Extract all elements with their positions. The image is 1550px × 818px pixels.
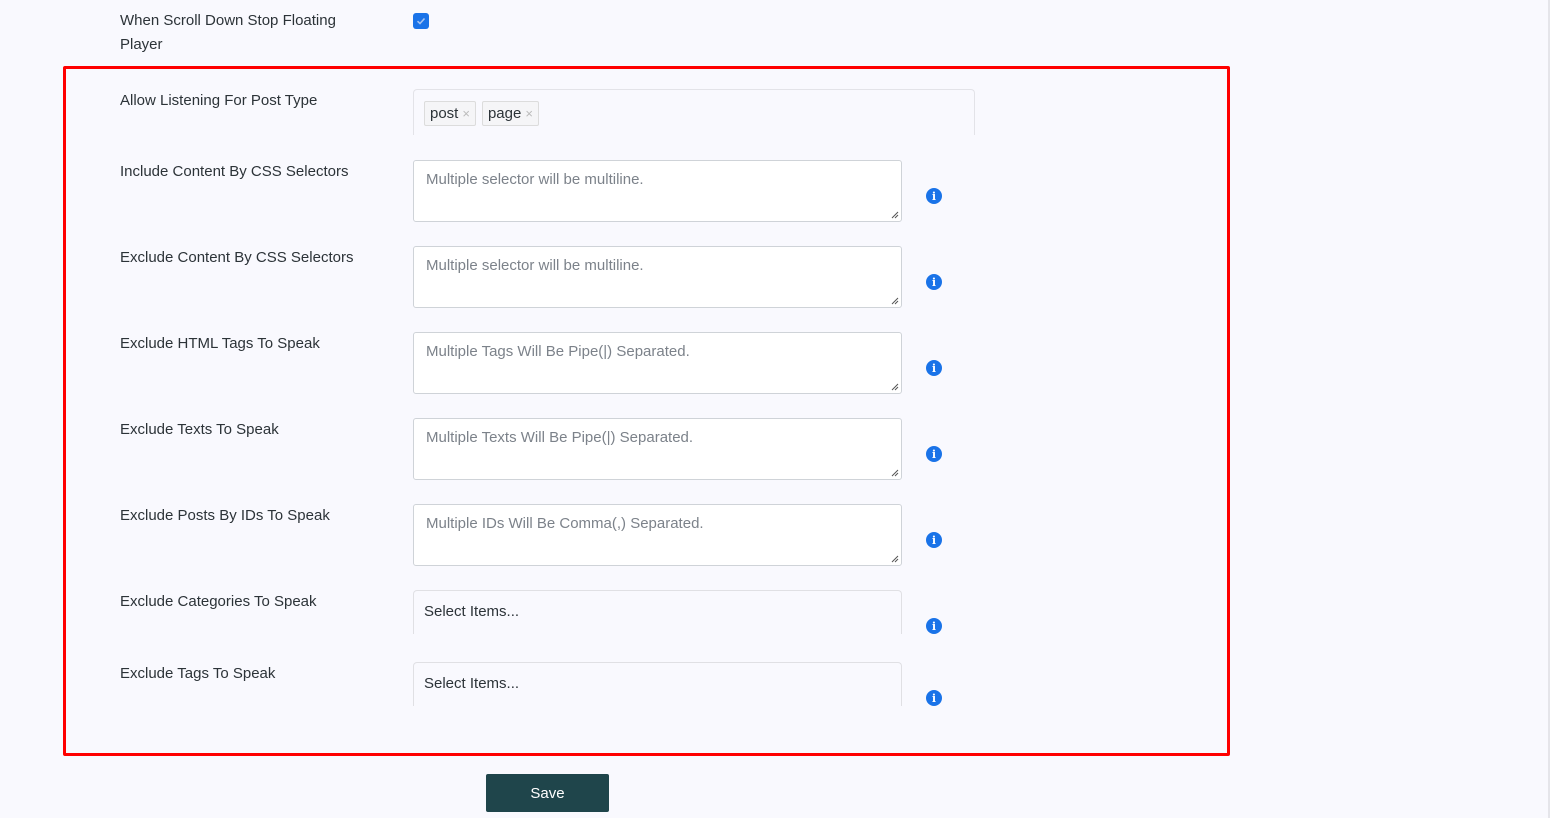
exclude-html-tags-label: Exclude HTML Tags To Speak (120, 335, 320, 352)
info-icon[interactable]: i (926, 188, 942, 204)
placeholder: Multiple Tags Will Be Pipe(|) Separated. (426, 343, 690, 360)
select-placeholder: Select Items... (424, 675, 520, 692)
exclude-tags-label: Exclude Tags To Speak (120, 665, 276, 682)
remove-tag-icon[interactable]: × (462, 102, 470, 126)
exclude-categories-select[interactable]: Select Items... (413, 590, 902, 634)
remove-tag-icon[interactable]: × (525, 102, 533, 126)
resize-grip-icon[interactable] (889, 209, 899, 219)
placeholder: Multiple IDs Will Be Comma(,) Separated. (426, 515, 704, 532)
placeholder: Multiple selector will be multiline. (426, 257, 644, 274)
placeholder: Multiple Texts Will Be Pipe(|) Separated… (426, 429, 694, 446)
select-placeholder: Select Items... (424, 603, 520, 620)
exclude-tags-select[interactable]: Select Items... (413, 662, 902, 706)
floating-player-checkbox[interactable] (413, 13, 429, 29)
exclude-html-tags-textarea[interactable]: Multiple Tags Will Be Pipe(|) Separated. (413, 332, 902, 394)
exclude-css-label: Exclude Content By CSS Selectors (120, 249, 354, 266)
exclude-texts-textarea[interactable]: Multiple Texts Will Be Pipe(|) Separated… (413, 418, 902, 480)
include-css-label: Include Content By CSS Selectors (120, 163, 349, 180)
exclude-css-textarea[interactable]: Multiple selector will be multiline. (413, 246, 902, 308)
save-button[interactable]: Save (486, 774, 609, 812)
placeholder: Multiple selector will be multiline. (426, 171, 644, 188)
tag-post: post × (424, 101, 476, 126)
exclude-texts-label: Exclude Texts To Speak (120, 421, 279, 438)
include-css-textarea[interactable]: Multiple selector will be multiline. (413, 160, 902, 222)
info-icon[interactable]: i (926, 618, 942, 634)
info-icon[interactable]: i (926, 690, 942, 706)
info-icon[interactable]: i (926, 274, 942, 290)
post-type-multiselect[interactable]: post × page × (413, 89, 975, 135)
tag-label: post (430, 104, 459, 122)
tag-page: page × (481, 101, 539, 126)
resize-grip-icon[interactable] (889, 467, 899, 477)
post-type-label: Allow Listening For Post Type (120, 92, 318, 109)
info-icon[interactable]: i (926, 532, 942, 548)
resize-grip-icon[interactable] (889, 381, 899, 391)
tag-label: page (487, 104, 522, 122)
resize-grip-icon[interactable] (889, 553, 899, 563)
exclude-posts-label: Exclude Posts By IDs To Speak (120, 507, 330, 524)
exclude-posts-textarea[interactable]: Multiple IDs Will Be Comma(,) Separated. (413, 504, 902, 566)
info-icon[interactable]: i (926, 446, 942, 462)
exclude-categories-label: Exclude Categories To Speak (120, 593, 317, 610)
info-icon[interactable]: i (926, 360, 942, 376)
resize-grip-icon[interactable] (889, 295, 899, 305)
floating-player-label: When Scroll Down Stop Floating Player (120, 12, 336, 53)
check-icon (416, 17, 426, 25)
